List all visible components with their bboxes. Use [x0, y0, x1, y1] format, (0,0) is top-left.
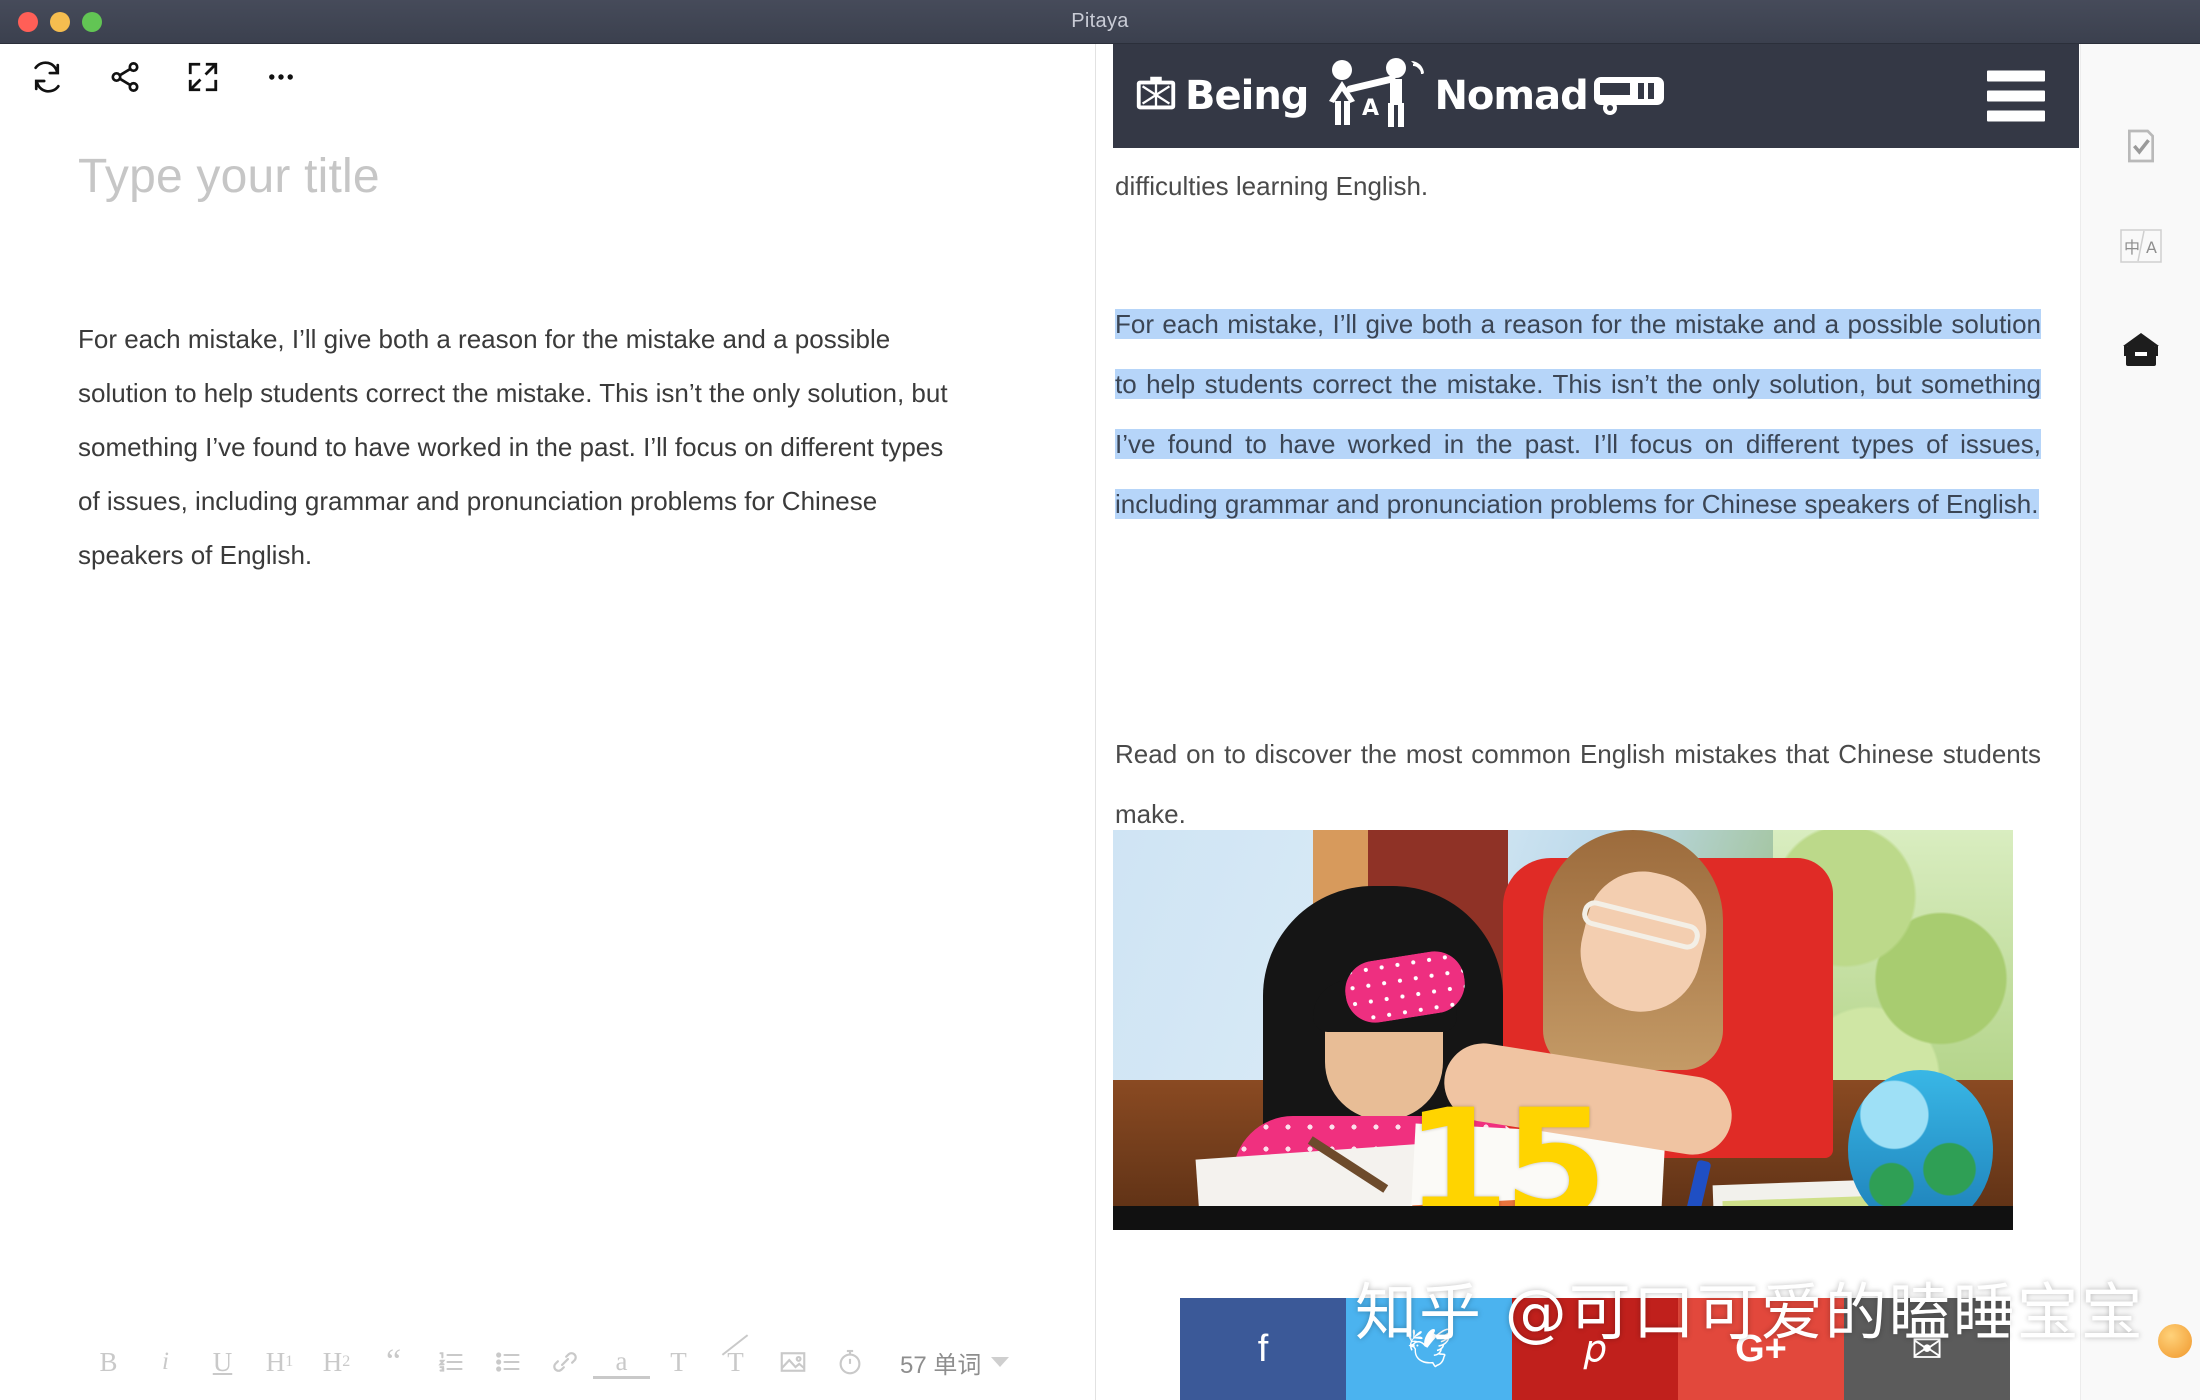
- word-count-selector[interactable]: 57 单词: [900, 1345, 1010, 1380]
- document-body[interactable]: For each mistake, I’ll give both a reaso…: [78, 312, 968, 582]
- editor-pane: Type your title For each mistake, I’ll g…: [0, 44, 1096, 1400]
- format-toolbar: B i U H1 H2 “ a T T 57 单词: [0, 1324, 1095, 1400]
- archive-icon[interactable]: [2114, 324, 2168, 378]
- site-logo-word-2: Nomad: [1434, 73, 1588, 119]
- app-window: Pitaya Type your title For each mistake,…: [0, 0, 2200, 1400]
- clear-format-icon[interactable]: T: [707, 1334, 764, 1390]
- svg-text:A: A: [1362, 96, 1379, 121]
- ordered-list-icon[interactable]: [422, 1334, 479, 1390]
- pinterest-share-button[interactable]: 𝑝: [1512, 1298, 1678, 1400]
- svg-text:A: A: [2146, 238, 2157, 257]
- heading-2-icon[interactable]: H2: [308, 1334, 365, 1390]
- text-style-icon[interactable]: T: [650, 1334, 707, 1390]
- italic-icon[interactable]: i: [137, 1334, 194, 1390]
- maximize-button[interactable]: [82, 12, 102, 32]
- hamburger-menu-icon[interactable]: [1987, 70, 2045, 122]
- heading-1-icon[interactable]: H1: [251, 1334, 308, 1390]
- more-icon[interactable]: [260, 56, 302, 98]
- tools-sidebar: 中 A: [2080, 44, 2200, 1400]
- underline-icon[interactable]: U: [194, 1334, 251, 1390]
- caravan-icon: [1592, 69, 1670, 124]
- blockquote-icon[interactable]: “: [365, 1334, 422, 1390]
- bold-icon[interactable]: B: [80, 1334, 137, 1390]
- chevron-down-icon: [991, 1357, 1010, 1367]
- fullscreen-icon[interactable]: [182, 56, 224, 98]
- photo-bottom-bar: [1113, 1206, 2013, 1230]
- article-photo: 15: [1113, 830, 2013, 1230]
- corner-badge-icon: [2158, 1324, 2192, 1358]
- site-logo[interactable]: Being A Nomad: [1131, 57, 1670, 135]
- editor-toolbar: [0, 44, 1095, 110]
- insert-image-icon[interactable]: [764, 1334, 821, 1390]
- social-share-bar: f 🕊 𝑝 G+ ✉: [1180, 1298, 2010, 1400]
- twitter-share-button[interactable]: 🕊: [1346, 1298, 1512, 1400]
- link-icon[interactable]: [536, 1334, 593, 1390]
- svg-text:中: 中: [2124, 238, 2140, 257]
- sync-icon[interactable]: [26, 56, 68, 98]
- preview-pane: … to Chinese students. But students can …: [1097, 44, 2079, 1400]
- minimize-button[interactable]: [50, 12, 70, 32]
- article-paragraph-read-on: Read on to discover the most common Engl…: [1115, 739, 2041, 829]
- googleplus-share-button[interactable]: G+: [1678, 1298, 1844, 1400]
- document-title-placeholder[interactable]: Type your title: [78, 149, 978, 204]
- site-header: Being A Nomad: [1113, 44, 2079, 148]
- highlight-icon[interactable]: a: [593, 1345, 650, 1379]
- suitcase-icon: [1131, 71, 1181, 122]
- proofread-icon[interactable]: [2114, 119, 2168, 173]
- timer-icon[interactable]: [821, 1334, 878, 1390]
- word-count-label: 57 单词: [900, 1351, 982, 1379]
- translate-icon[interactable]: 中 A: [2114, 219, 2168, 273]
- window-title: Pitaya: [1071, 10, 1129, 32]
- bullet-list-icon[interactable]: [479, 1334, 536, 1390]
- email-share-button[interactable]: ✉: [1844, 1298, 2010, 1400]
- article-paragraph-selected[interactable]: For each mistake, I’ll give both a reaso…: [1113, 294, 2043, 534]
- traffic-lights: [18, 0, 102, 44]
- window-titlebar: Pitaya: [0, 0, 2200, 44]
- facebook-share-button[interactable]: f: [1180, 1298, 1346, 1400]
- selected-text: For each mistake, I’ll give both a reaso…: [1115, 309, 2041, 519]
- close-button[interactable]: [18, 12, 38, 32]
- share-icon[interactable]: [104, 56, 146, 98]
- family-icon: A: [1312, 57, 1430, 135]
- site-logo-word-1: Being: [1185, 73, 1309, 119]
